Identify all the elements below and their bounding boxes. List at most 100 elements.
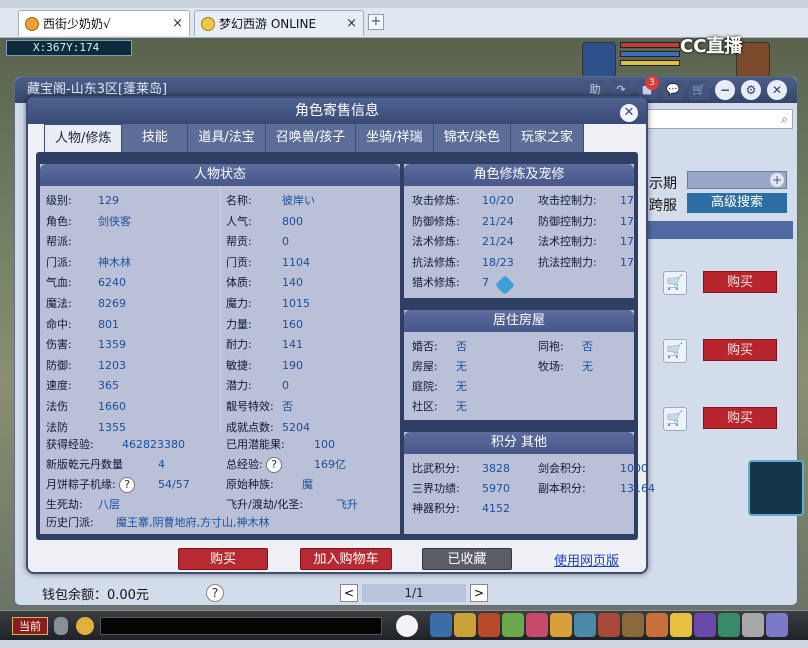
hotbar-slot-icon[interactable] — [718, 613, 740, 637]
browser-tab-2[interactable]: 梦幻西游 ONLINE × — [194, 10, 364, 36]
stat-row: 魔力: 1015 — [226, 295, 310, 313]
favorited-button[interactable]: 已收藏 — [422, 548, 512, 570]
stat-row: 法伤 1660 — [46, 398, 126, 416]
time-filter-field[interactable]: + — [687, 171, 787, 189]
cross-server-label: 跨服 — [649, 198, 677, 214]
wallet-help-icon[interactable]: ? — [206, 584, 224, 602]
field-label: 名称: — [226, 194, 252, 207]
field-label: 三界功绩: — [412, 482, 460, 495]
stat-total-exp: 总经验: ? 169亿 — [226, 457, 346, 473]
hotbar-slot-icon[interactable] — [694, 613, 716, 637]
stat-row: 法防 1355 — [46, 419, 126, 437]
search-input[interactable]: ⌕ — [647, 109, 793, 129]
field-value: 1660 — [98, 400, 126, 413]
prev-page-button[interactable]: < — [340, 584, 358, 602]
info-row: 猎术修炼: 7 — [412, 274, 489, 292]
hotbar-slot-icon[interactable] — [502, 613, 524, 637]
field-value: 21/24 — [482, 214, 514, 228]
field-value: 无 — [456, 400, 467, 413]
new-tab-button[interactable]: + — [368, 14, 384, 30]
search-icon[interactable]: ⌕ — [781, 112, 788, 127]
chat-input[interactable] — [100, 617, 382, 635]
hotbar-slot-icon[interactable] — [742, 613, 764, 637]
pet-icon[interactable] — [396, 615, 418, 637]
tab-items[interactable]: 道具/法宝 — [188, 124, 266, 152]
hotbar-slot-icon[interactable] — [478, 613, 500, 637]
gear-icon[interactable]: ⚙ — [741, 80, 761, 100]
message-count-badge: 3 — [645, 76, 659, 90]
cart-icon[interactable]: 🛒 — [689, 80, 709, 100]
field-label: 耐力: — [226, 338, 252, 352]
message-icon[interactable]: 💬 — [663, 80, 683, 100]
cart-icon[interactable]: 🛒 — [663, 407, 687, 431]
info-row: 牧场: 无 — [538, 358, 593, 376]
hotbar-slot-icon[interactable] — [598, 613, 620, 637]
field-value: 10/20 — [482, 194, 514, 207]
close-icon[interactable]: ✕ — [620, 104, 638, 122]
field-value: 无 — [456, 380, 467, 393]
tab-close-icon[interactable]: × — [172, 16, 183, 31]
tab-character[interactable]: 人物/修炼 — [44, 124, 123, 152]
info-row: 同袍: 否 — [538, 338, 593, 356]
hotbar-slot-icon[interactable] — [454, 613, 476, 637]
field-value: 否 — [582, 340, 593, 353]
stat-row: 魔法: 8269 — [46, 295, 126, 313]
info-row: 三界功绩: 5970 — [412, 480, 510, 498]
tab-skills[interactable]: 技能 — [122, 124, 189, 152]
section-title: 角色修炼及宠修 — [404, 164, 634, 186]
hotbar-slot-icon[interactable] — [766, 613, 788, 637]
tab-player-home[interactable]: 玩家之家 — [510, 124, 584, 152]
hotbar-slot-icon[interactable] — [526, 613, 548, 637]
plus-icon[interactable]: + — [770, 173, 784, 187]
role-sale-dialog: 角色寄售信息 ✕ 人物/修炼 技能 道具/法宝 召唤兽/孩子 坐骑/祥瑞 锦衣/… — [26, 96, 655, 574]
buy-button[interactable]: 购买 — [703, 339, 777, 361]
hotbar-slot-icon[interactable] — [670, 613, 692, 637]
hotbar-slot-icon[interactable] — [646, 613, 668, 637]
tab-label: 梦幻西游 ONLINE — [219, 17, 317, 31]
tab-mounts[interactable]: 坐骑/祥瑞 — [356, 124, 434, 152]
hotbar-slot-icon[interactable] — [430, 613, 452, 637]
add-to-cart-button[interactable]: 加入购物车 — [300, 548, 392, 570]
page-footer — [0, 640, 808, 648]
help-icon[interactable]: ? — [119, 477, 136, 493]
pagination: < 1/1 > — [340, 584, 488, 602]
stat-life-death: 生死劫: 八层 — [46, 498, 120, 511]
microphone-icon[interactable] — [54, 617, 68, 635]
field-value: 190 — [282, 358, 303, 372]
buy-button[interactable]: 购买 — [178, 548, 268, 570]
field-label: 帮派: — [46, 235, 72, 249]
stat-row: 伤害: 1359 — [46, 336, 126, 354]
field-value: 17 — [620, 255, 634, 269]
tab-close-icon[interactable]: × — [346, 16, 357, 31]
tab-pets[interactable]: 召唤兽/孩子 — [265, 124, 357, 152]
column-divider — [220, 186, 221, 432]
browser-tab-1[interactable]: 西街少奶奶√ × — [18, 10, 190, 36]
activity-widget[interactable] — [748, 460, 804, 516]
cart-icon[interactable]: 🛒 — [663, 339, 687, 363]
score-panel: 积分 其他 比武积分: 3828 剑会积分: 1000 三界功绩: 5970 副本积分: 13… — [404, 432, 655, 534]
buy-button[interactable]: 购买 — [703, 271, 777, 293]
emoji-icon[interactable] — [76, 617, 94, 635]
tab-costumes[interactable]: 锦衣/染色 — [433, 124, 511, 152]
field-value: 3828 — [482, 462, 510, 475]
hotbar-slot-icon[interactable] — [574, 613, 596, 637]
cart-icon[interactable]: 🛒 — [663, 271, 687, 295]
advanced-search-button[interactable]: 高级搜索 — [687, 193, 787, 213]
field-label: 门派: — [46, 255, 72, 269]
close-icon[interactable]: ✕ — [767, 80, 787, 100]
hotbar-slot-icon[interactable] — [550, 613, 572, 637]
help-icon[interactable]: ? — [266, 457, 283, 473]
minimize-icon[interactable]: − — [715, 80, 735, 100]
field-value: 17 — [620, 214, 634, 228]
player-avatar[interactable] — [582, 42, 616, 78]
hotbar-slot-icon[interactable] — [622, 613, 644, 637]
web-version-link[interactable]: 使用网页版 — [554, 550, 619, 569]
info-row: 剑会积分: 1000 — [538, 460, 648, 478]
stat-qianyuan: 新版乾元丹数量 4 — [46, 458, 165, 471]
buy-button[interactable]: 购买 — [703, 407, 777, 429]
field-label: 力量: — [226, 317, 252, 331]
info-row: 社区: 无 — [412, 398, 467, 416]
current-channel-button[interactable]: 当前 — [12, 617, 48, 635]
next-page-button[interactable]: > — [470, 584, 488, 602]
field-value: 129 — [98, 194, 119, 207]
